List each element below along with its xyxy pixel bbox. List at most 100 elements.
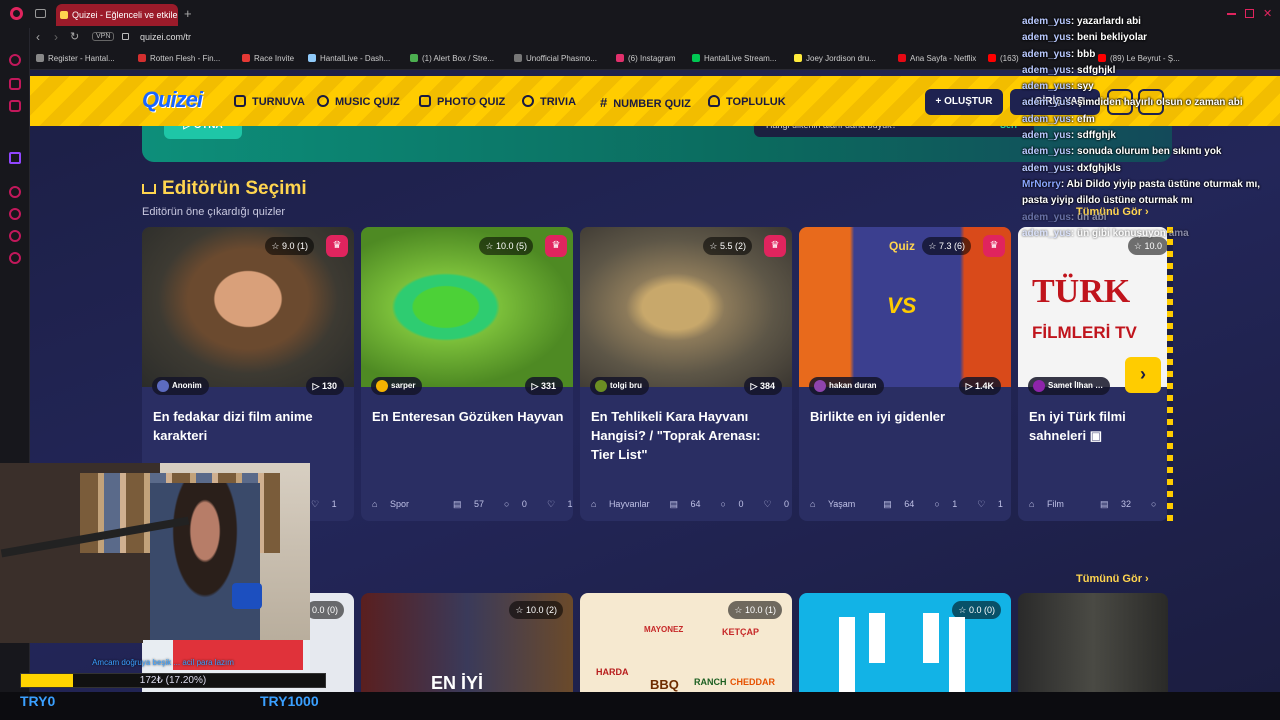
author-chip[interactable]: hakan duran (809, 377, 884, 395)
create-button[interactable]: + OLUŞTUR (925, 89, 1003, 115)
category-icon: ⌂ (810, 499, 818, 509)
music-note-icon (317, 95, 329, 107)
chat-message: adem_yus: efm (1022, 113, 1095, 125)
quizei-logo[interactable]: Quizei (142, 87, 203, 113)
nav-music-quiz[interactable]: MUSIC QUIZ (317, 95, 400, 108)
chat-message: adem_yus: sdffghjk (1022, 130, 1116, 142)
bookmark-item[interactable]: (163) (988, 54, 1019, 63)
hash-icon: # (600, 95, 608, 110)
thumbnail-quiz-text: Quiz (889, 239, 915, 253)
quiz-card[interactable]: ☆ 10.0 (5) ♛ sarper ▷ 331 En Enteresan G… (361, 227, 573, 521)
bookmark-item[interactable]: HantalLive Stream... (692, 54, 776, 63)
author-chip[interactable]: Samet İlhan … (1028, 377, 1111, 395)
history-icon[interactable] (9, 208, 21, 220)
star-icon: ☆ (928, 241, 939, 251)
tab-title: Quizei - Eğlenceli ve etkileşimli (72, 10, 178, 20)
camera-icon (419, 95, 431, 107)
heart-icon[interactable]: ♡ (547, 499, 558, 509)
heart-icon[interactable]: ♡ (977, 499, 988, 509)
heart-icon[interactable]: ♡ (311, 499, 322, 509)
extensions-icon[interactable] (9, 230, 21, 242)
thumbnail-vs-text: VS (887, 293, 917, 318)
crown-badge-icon: ♛ (983, 235, 1005, 257)
bookmark-item[interactable]: Joey Jordison dru... (794, 54, 876, 63)
quiz-thumbnail: Quiz VS (799, 227, 1011, 387)
browser-tab-quizei[interactable]: Quizei - Eğlenceli ve etkileşimli (56, 4, 178, 26)
player-icon[interactable] (9, 186, 21, 198)
quiz-title[interactable]: Birlikte en iyi gidenler (810, 407, 1005, 426)
quiz-card[interactable]: ☆ 10.0 (2) EN İYİ (361, 593, 573, 695)
forward-arrow-icon[interactable]: › (54, 30, 58, 44)
nav-turnuva[interactable]: TURNUVA (234, 95, 305, 108)
url-text[interactable]: quizei.com/tr (140, 32, 191, 42)
donation-goal-label: 172₺ (17.20%) (139, 675, 207, 686)
crown-icon (142, 184, 156, 194)
author-chip[interactable]: sarper (371, 377, 423, 395)
chat-message: adem_yus: syy (1022, 81, 1094, 93)
section-title: Editörün Seçimi (142, 178, 307, 200)
bookmark-item[interactable]: Rotten Flesh - Fin... (138, 54, 220, 63)
vpn-badge[interactable]: VPN (92, 32, 115, 41)
author-chip[interactable]: tolgi bru (590, 377, 649, 395)
opera-logo-icon[interactable] (10, 7, 23, 20)
sauce-label: RANCH (694, 677, 727, 687)
questions-icon: ▤ (452, 499, 464, 509)
quiz-card[interactable]: Quiz VS ☆ 7.3 (6) ♛ hakan duran ▷ 1.4K B… (799, 227, 1011, 521)
star-icon: ☆ (485, 241, 496, 251)
questions-icon: ▤ (1099, 499, 1111, 509)
nav-topluluk[interactable]: TOPLULUK (708, 95, 786, 108)
tab-list-icon[interactable] (35, 9, 46, 18)
new-tab-plus-icon[interactable]: + (184, 6, 192, 21)
nav-photo-quiz[interactable]: PHOTO QUIZ (419, 95, 505, 108)
bookmark-item[interactable]: HantalLive - Dash... (308, 54, 390, 63)
quiz-title[interactable]: En fedakar dizi film anime karakteri (153, 407, 348, 445)
webcam-person (150, 483, 260, 643)
carousel-next-button[interactable]: › (1125, 357, 1161, 393)
bookmark-item[interactable]: Ana Sayfa - Netflix (898, 54, 976, 63)
bookmark-item[interactable]: (6) Instagram (616, 54, 676, 63)
reload-icon[interactable]: ↻ (70, 30, 79, 43)
twitch-icon[interactable] (9, 152, 21, 164)
comment-icon[interactable]: ○ (1151, 499, 1159, 509)
speed-dial-icon[interactable] (9, 54, 21, 66)
comment-icon[interactable]: ○ (934, 499, 942, 509)
whatsapp-icon[interactable] (9, 100, 21, 112)
bookmark-item[interactable]: Register - Hantal... (36, 54, 115, 63)
quiz-title[interactable]: En iyi Türk filmi sahneleri ▣ (1029, 407, 1168, 445)
comment-icon[interactable]: ○ (504, 499, 512, 509)
lock-icon (122, 33, 129, 40)
quiz-title[interactable]: En Tehlikeli Kara Hayvanı Hangisi? / "To… (591, 407, 786, 464)
category-icon: ⌂ (372, 499, 380, 509)
quiz-title[interactable]: En Enteresan Gözüken Hayvan (372, 407, 567, 426)
settings-icon[interactable] (9, 252, 21, 264)
donation-goal-progress: 172₺ (17.20%) (20, 673, 326, 688)
chat-message: adem_yus: bbb (1022, 48, 1096, 60)
trophy-icon (234, 95, 246, 107)
bookmark-item[interactable]: Unofficial Phasmo... (514, 54, 597, 63)
bookmark-item[interactable]: (1) Alert Box / Stre... (410, 54, 494, 63)
quiz-card[interactable] (1018, 593, 1168, 695)
sauce-label: HARDA (596, 667, 629, 677)
play-icon: ▷ (965, 381, 975, 391)
quiz-card[interactable]: ☆ 10.0 (1) MAYONEZ KETÇAP HARDA BBQ RANC… (580, 593, 792, 695)
back-arrow-icon[interactable]: ‹ (36, 30, 40, 44)
rating-badge: ☆ 5.5 (2) (703, 237, 752, 255)
see-all-link[interactable]: Tümünü Gör › (1076, 573, 1149, 585)
goal-end-label: TRY1000 (260, 693, 319, 709)
thumbnail-logo-shape (869, 613, 939, 663)
play-icon: ▷ (531, 381, 541, 391)
sauce-label: BBQ (650, 677, 679, 692)
users-icon (708, 95, 720, 107)
thumbnail-filmleri-text: FİLMLERİ TV (1032, 323, 1137, 342)
nav-number-quiz[interactable]: # NUMBER QUIZ (600, 95, 691, 110)
bookmark-item[interactable]: Race Invite (242, 54, 294, 63)
nav-trivia[interactable]: TRIVIA (522, 95, 576, 108)
comment-icon[interactable]: ○ (721, 499, 729, 509)
quiz-stats: ⌂ Film▤ 32○ 0 (1029, 499, 1159, 509)
author-chip[interactable]: Anonim (152, 377, 209, 395)
messenger-icon[interactable] (9, 78, 21, 90)
heart-icon[interactable]: ♡ (763, 499, 774, 509)
quiz-card[interactable]: ☆ 5.5 (2) ♛ tolgi bru ▷ 384 En Tehlikeli… (580, 227, 792, 521)
quiz-card[interactable]: ☆ 0.0 (0) (799, 593, 1011, 695)
quiz-stats: ⌂ Yaşam ▤ 64 ○ 1 ♡ 1 (810, 499, 1003, 509)
